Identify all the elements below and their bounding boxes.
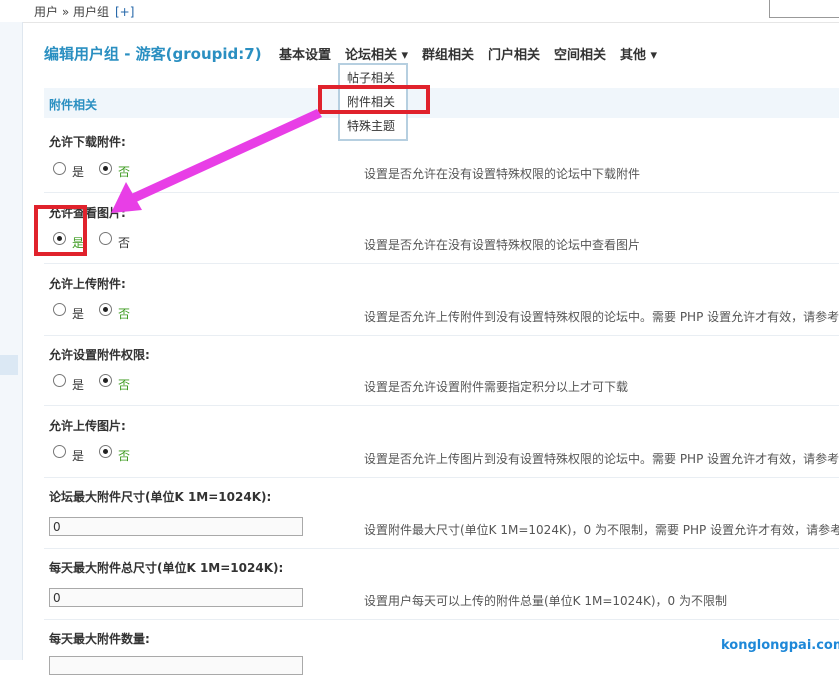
watermark: konglongpai.com — [721, 638, 839, 653]
arrow-annotation-icon — [111, 109, 322, 213]
